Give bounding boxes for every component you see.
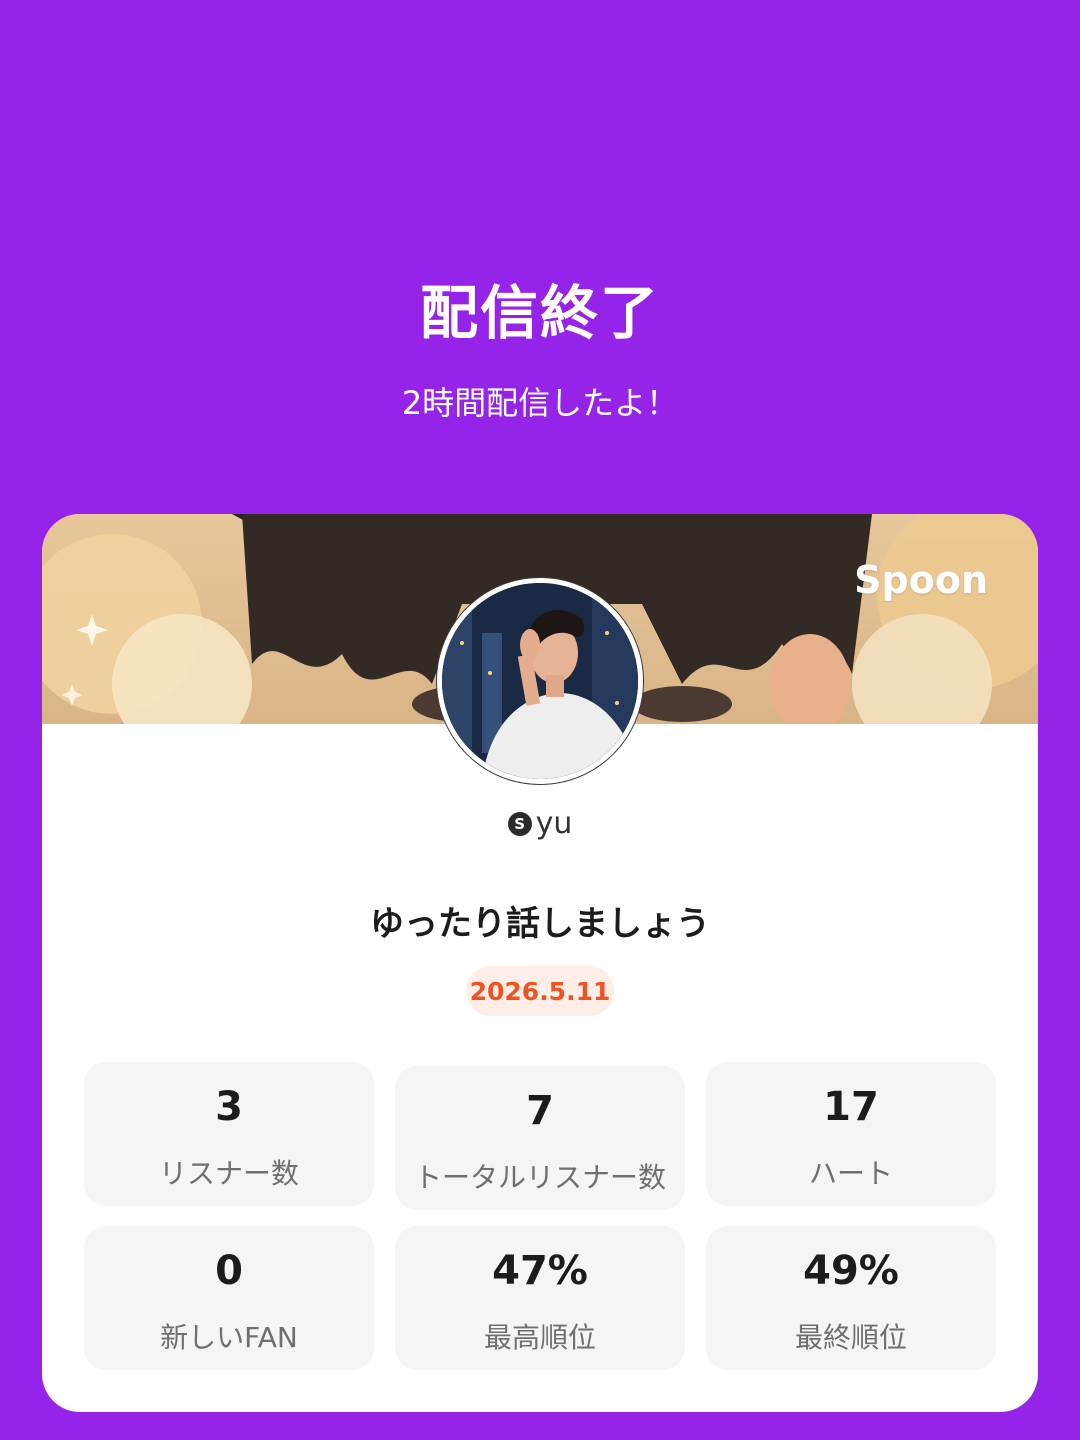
stat-value: 47% xyxy=(492,1248,588,1294)
stat-label: ハート xyxy=(808,1157,893,1190)
username: yu xyxy=(535,806,573,841)
page-subtitle: 2時間配信したよ！ xyxy=(401,384,679,422)
stat-value: 3 xyxy=(215,1084,243,1130)
stat-label: リスナー数 xyxy=(158,1157,299,1190)
date-badge: 2026.5.11 xyxy=(466,966,614,1016)
stat-listeners: 3 リスナー数 xyxy=(84,1062,374,1206)
stat-value: 0 xyxy=(215,1248,243,1294)
avatar[interactable] xyxy=(437,578,643,784)
stat-final-rank: 49% 最終順位 xyxy=(706,1226,996,1370)
stat-label: 新しいFAN xyxy=(160,1321,298,1354)
page-title: 配信終了 xyxy=(419,279,660,347)
username-row[interactable]: S yu xyxy=(42,806,1038,841)
stat-new-fans: 0 新しいFAN xyxy=(84,1226,374,1370)
stat-value: 17 xyxy=(823,1084,879,1130)
spoon-s-badge-icon: S xyxy=(507,811,532,836)
spoon-logo: Spoon xyxy=(854,558,988,602)
live-summary-card: Spoon S yu ゆったり話しましょう 2026.5.11 3 リスナー数 … xyxy=(42,514,1038,1412)
stat-label: トータルリスナー数 xyxy=(413,1161,666,1194)
stat-label: 最終順位 xyxy=(794,1321,907,1354)
stat-value: 49% xyxy=(803,1248,899,1294)
live-end-screen: 配信終了 2時間配信したよ！ Spoon S yu ゆったり話しましょう 202… xyxy=(0,0,1080,1440)
stat-total-listeners: 7 トータルリスナー数 xyxy=(395,1066,685,1210)
stat-value: 7 xyxy=(526,1088,554,1134)
stat-hearts: 17 ハート xyxy=(706,1062,996,1206)
stat-highest-rank: 47% 最高順位 xyxy=(395,1226,685,1370)
stat-label: 最高順位 xyxy=(483,1321,596,1354)
live-title: ゆったり話しましょう xyxy=(370,904,710,944)
